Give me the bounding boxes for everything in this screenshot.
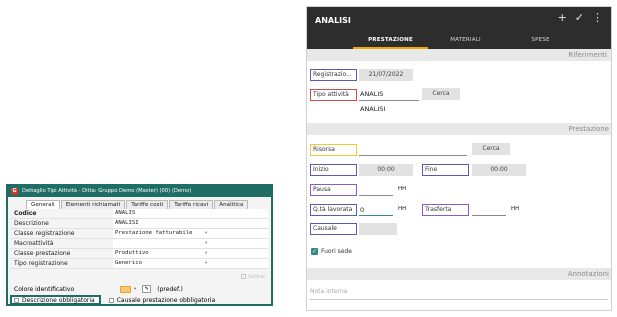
macroattivita-label: Macroattività xyxy=(14,240,54,247)
plus-icon[interactable]: + xyxy=(558,11,567,24)
tab-prestazione[interactable]: PRESTAZIONE xyxy=(353,33,428,49)
codice-label: Codice xyxy=(14,210,37,217)
tipo-attivita-desc: ANALISI xyxy=(360,105,386,113)
section-annotazioni: Annotazioni xyxy=(307,268,611,280)
descrizione-obbligatoria-checkbox[interactable]: Descrizione obbligatoria xyxy=(10,295,101,304)
tipo-attivita-underline xyxy=(359,100,419,101)
dialog-tabs: Generali Elementi richiamati Tariffe cos… xyxy=(26,200,249,209)
tipi-attivita-dialog: G Dettaglio Tipi Attività - Ditta: Grupp… xyxy=(6,184,273,306)
tab-generali[interactable]: Generali xyxy=(26,200,60,209)
descrizione-field[interactable]: ANALISI xyxy=(113,219,268,228)
tipo-attivita-label-box: Tipo attività xyxy=(310,89,357,101)
tab-elementi-richiamati[interactable]: Elementi richiamati xyxy=(60,200,126,209)
qta-lavorata-underline xyxy=(359,215,393,216)
fine-label-box: Fine xyxy=(422,164,469,176)
section-prestazione: Prestazione xyxy=(307,123,611,135)
color-picker-icon[interactable]: ✎ xyxy=(142,285,152,293)
sottrai-checkbox-disabled: Sottrar xyxy=(241,274,265,280)
required-options: Descrizione obbligatoria Causale prestaz… xyxy=(10,295,216,304)
mobile-title: ANALISI xyxy=(315,15,351,25)
causale-obbligatoria-label: Causale prestazione obbligatoria xyxy=(116,296,216,304)
colore-label: Colore identificativo xyxy=(14,285,75,293)
mobile-header: ANALISI + ✓ ⋮ xyxy=(307,7,611,33)
causale-obbligatoria-checkbox[interactable]: Causale prestazione obbligatoria xyxy=(108,296,216,304)
tab-materiali[interactable]: MATERIALI xyxy=(428,33,503,49)
classe-prestazione-label: Classe prestazione xyxy=(14,250,71,257)
dialog-title: Dettaglio Tipi Attività - Ditta: Gruppo … xyxy=(22,188,192,194)
registrazione-label-box: Registrazio... xyxy=(310,69,357,81)
descrizione-obbligatoria-label: Descrizione obbligatoria xyxy=(22,296,95,304)
checkbox-icon xyxy=(241,274,246,279)
tipo-registrazione-select[interactable]: Generico ▾ xyxy=(113,259,268,268)
qta-lavorata-value[interactable]: 0 xyxy=(360,206,364,214)
chevron-down-icon: ▾ xyxy=(205,231,208,236)
tipo-registrazione-value: Generico xyxy=(115,260,142,266)
field-row-classe-prestazione: Classe prestazione Produttivo ▾ xyxy=(10,249,268,259)
check-icon[interactable]: ✓ xyxy=(575,11,584,24)
classe-registrazione-select[interactable]: Prestazione fatturabile ▾ xyxy=(113,229,268,238)
fine-time-field[interactable]: 00:00 xyxy=(472,164,526,176)
checkbox-icon xyxy=(108,297,114,303)
color-default-label: (predef.) xyxy=(157,285,183,293)
general-fields-grid: Codice ANALIS Descrizione ANALISI Classe… xyxy=(10,209,268,269)
chevron-down-icon[interactable]: ▾ xyxy=(134,287,136,292)
more-vert-icon[interactable]: ⋮ xyxy=(592,11,603,24)
field-row-codice: Codice ANALIS xyxy=(10,209,268,219)
dialog-titlebar: G Dettaglio Tipi Attività - Ditta: Grupp… xyxy=(8,186,271,197)
qta-unit: HH xyxy=(398,206,407,212)
cerca-risorsa-button[interactable]: Cerca xyxy=(472,143,510,155)
classe-prestazione-select[interactable]: Produttivo ▾ xyxy=(113,249,268,258)
codice-field[interactable]: ANALIS xyxy=(113,209,268,218)
checkbox-checked-icon: ✓ xyxy=(311,248,318,255)
nota-interna-underline xyxy=(310,299,608,300)
cerca-tipo-attivita-button[interactable]: Cerca xyxy=(422,88,460,100)
fuori-sede-checkbox[interactable]: ✓ Fuori sede xyxy=(311,248,352,255)
risorsa-label-box: Risorsa xyxy=(310,144,357,156)
pausa-underline[interactable] xyxy=(359,195,393,196)
pausa-unit: HH xyxy=(398,186,407,192)
chevron-down-icon: ▾ xyxy=(205,261,208,266)
mobile-tabs: PRESTAZIONE MATERIALI SPESE xyxy=(307,33,611,49)
tab-tariffe-costi[interactable]: Tariffe costi xyxy=(126,200,169,209)
trasferta-label-box: Trasferta xyxy=(422,204,469,216)
tipo-registrazione-label: Tipo registrazione xyxy=(14,260,68,267)
chevron-down-icon: ▾ xyxy=(205,251,208,256)
tipo-attivita-code[interactable]: ANALIS xyxy=(360,90,383,98)
field-row-classe-registrazione: Classe registrazione Prestazione fattura… xyxy=(10,229,268,239)
inizio-time-field[interactable]: 00:00 xyxy=(359,164,413,176)
chevron-down-icon: ▾ xyxy=(205,241,208,246)
checkbox-icon xyxy=(14,297,19,303)
field-row-macroattivita: Macroattività ▾ xyxy=(10,239,268,249)
section-riferimenti: Riferimenti xyxy=(307,49,611,61)
sottrai-label: Sottrar xyxy=(248,274,266,280)
pausa-label-box: Pausa xyxy=(310,184,357,196)
mobile-analisi-panel: ANALISI + ✓ ⋮ PRESTAZIONE MATERIALI SPES… xyxy=(306,6,612,311)
trasferta-unit: HH xyxy=(511,206,520,212)
tab-analitica[interactable]: Analitica xyxy=(214,200,249,209)
causale-label-box: Causale xyxy=(310,223,357,235)
codice-value: ANALIS xyxy=(115,210,136,216)
trasferta-underline[interactable] xyxy=(472,215,506,216)
qta-lavorata-label-box: Q.tà lavorata xyxy=(310,204,357,216)
app-icon: G xyxy=(11,188,18,195)
tab-spese[interactable]: SPESE xyxy=(503,33,578,49)
causale-field[interactable] xyxy=(359,223,397,235)
color-swatch[interactable] xyxy=(120,285,131,293)
nota-interna-input[interactable]: Nota interna xyxy=(310,288,347,295)
inizio-label-box: Inizio xyxy=(310,164,357,176)
descrizione-value: ANALISI xyxy=(115,220,139,226)
registrazione-date-field[interactable]: 21/07/2022 xyxy=(359,69,413,81)
fuori-sede-label: Fuori sede xyxy=(321,248,352,255)
risorsa-underline[interactable] xyxy=(359,155,467,156)
field-row-descrizione: Descrizione ANALISI xyxy=(10,219,268,229)
descrizione-label: Descrizione xyxy=(14,220,49,227)
classe-registrazione-value: Prestazione fatturabile xyxy=(115,230,193,236)
tab-tariffe-ricavi[interactable]: Tariffe ricavi xyxy=(169,200,214,209)
field-row-tipo-registrazione: Tipo registrazione Generico ▾ xyxy=(10,259,268,269)
classe-prestazione-value: Produttivo xyxy=(115,250,149,256)
macroattivita-select[interactable]: ▾ xyxy=(113,239,268,248)
field-row-colore: Colore identificativo ▾ ✎ (predef.) xyxy=(10,284,268,294)
classe-registrazione-label: Classe registrazione xyxy=(14,230,75,237)
